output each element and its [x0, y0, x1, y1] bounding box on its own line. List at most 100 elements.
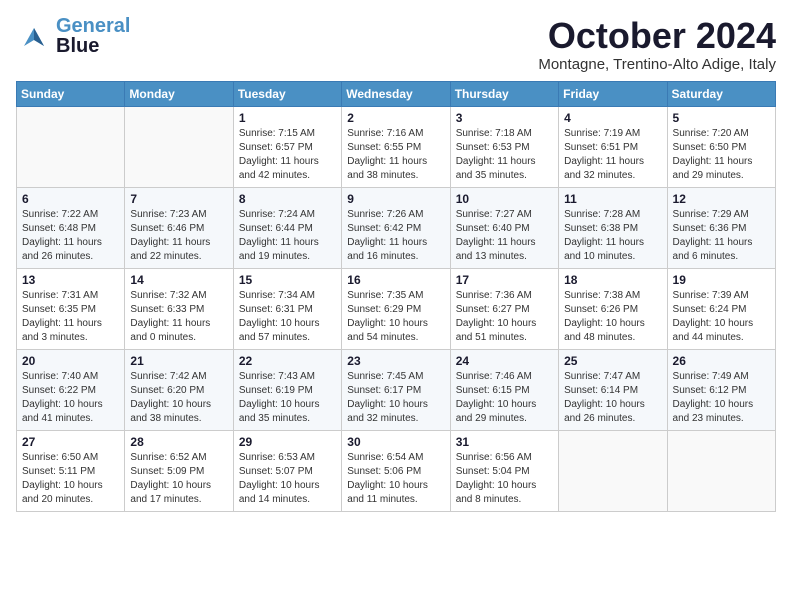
day-info: Sunrise: 7:28 AM Sunset: 6:38 PM Dayligh…: [564, 208, 661, 264]
day-info: Sunrise: 7:19 AM Sunset: 6:51 PM Dayligh…: [564, 127, 661, 183]
weekday-header-thursday: Thursday: [450, 81, 558, 106]
weekday-header-row: SundayMondayTuesdayWednesdayThursdayFrid…: [17, 81, 776, 106]
day-number: 20: [22, 354, 119, 368]
day-number: 25: [564, 354, 661, 368]
day-info: Sunrise: 7:16 AM Sunset: 6:55 PM Dayligh…: [347, 127, 444, 183]
day-number: 16: [347, 273, 444, 287]
day-number: 5: [673, 111, 770, 125]
day-info: Sunrise: 7:22 AM Sunset: 6:48 PM Dayligh…: [22, 208, 119, 264]
day-info: Sunrise: 7:29 AM Sunset: 6:36 PM Dayligh…: [673, 208, 770, 264]
day-info: Sunrise: 7:45 AM Sunset: 6:17 PM Dayligh…: [347, 370, 444, 426]
day-info: Sunrise: 7:39 AM Sunset: 6:24 PM Dayligh…: [673, 289, 770, 345]
calendar-cell: 15Sunrise: 7:34 AM Sunset: 6:31 PM Dayli…: [233, 268, 341, 349]
day-number: 10: [456, 192, 553, 206]
day-info: Sunrise: 7:15 AM Sunset: 6:57 PM Dayligh…: [239, 127, 336, 183]
weekday-header-monday: Monday: [125, 81, 233, 106]
day-number: 9: [347, 192, 444, 206]
calendar-cell: 5 Sunrise: 7:20 AM Sunset: 6:50 PM Daylig…: [667, 106, 775, 187]
calendar-cell: 29 Sunrise: 6:53 AM Sunset: 5:07 PM Dayli…: [233, 430, 341, 511]
weekday-header-sunday: Sunday: [17, 81, 125, 106]
week-row-5: 27Sunrise: 6:50 AM Sunset: 5:11 PM Dayli…: [17, 430, 776, 511]
day-number: 6: [22, 192, 119, 206]
day-number: 28: [130, 435, 227, 449]
calendar-cell: 3Sunrise: 7:18 AM Sunset: 6:53 PM Daylig…: [450, 106, 558, 187]
page-header: GeneralBlue October 2024 Montagne, Trent…: [16, 16, 776, 73]
calendar-cell: 13 Sunrise: 7:31 AM Sunset: 6:35 PM Dayli…: [17, 268, 125, 349]
day-info: Sunrise: 7:47 AM Sunset: 6:14 PM Dayligh…: [564, 370, 661, 426]
day-info: Sunrise: 7:24 AM Sunset: 6:44 PM Dayligh…: [239, 208, 336, 264]
day-number: 19: [673, 273, 770, 287]
day-info: Sunrise: 6:53 AM Sunset: 5:07 PM Dayligh…: [239, 451, 336, 507]
calendar-cell: 1 Sunrise: 7:15 AM Sunset: 6:57 PM Daylig…: [233, 106, 341, 187]
week-row-3: 13 Sunrise: 7:31 AM Sunset: 6:35 PM Dayli…: [17, 268, 776, 349]
calendar-cell: 9 Sunrise: 7:26 AM Sunset: 6:42 PM Daylig…: [342, 187, 450, 268]
day-number: 14: [130, 273, 227, 287]
day-number: 12: [673, 192, 770, 206]
day-number: 4: [564, 111, 661, 125]
day-number: 29: [239, 435, 336, 449]
day-number: 23: [347, 354, 444, 368]
weekday-header-tuesday: Tuesday: [233, 81, 341, 106]
location-title: Montagne, Trentino-Alto Adige, Italy: [538, 56, 776, 73]
week-row-1: 1 Sunrise: 7:15 AM Sunset: 6:57 PM Daylig…: [17, 106, 776, 187]
day-number: 8: [239, 192, 336, 206]
day-number: 26: [673, 354, 770, 368]
calendar-cell: 11 Sunrise: 7:28 AM Sunset: 6:38 PM Dayli…: [559, 187, 667, 268]
day-number: 24: [456, 354, 553, 368]
day-info: Sunrise: 7:20 AM Sunset: 6:50 PM Dayligh…: [673, 127, 770, 183]
calendar-cell: 21Sunrise: 7:42 AM Sunset: 6:20 PM Dayli…: [125, 349, 233, 430]
calendar-cell: 8 Sunrise: 7:24 AM Sunset: 6:44 PM Daylig…: [233, 187, 341, 268]
day-info: Sunrise: 7:32 AM Sunset: 6:33 PM Dayligh…: [130, 289, 227, 345]
day-number: 30: [347, 435, 444, 449]
day-info: Sunrise: 7:34 AM Sunset: 6:31 PM Dayligh…: [239, 289, 336, 345]
weekday-header-saturday: Saturday: [667, 81, 775, 106]
day-number: 13: [22, 273, 119, 287]
day-number: 1: [239, 111, 336, 125]
week-row-4: 20 Sunrise: 7:40 AM Sunset: 6:22 PM Dayli…: [17, 349, 776, 430]
calendar-cell: 2 Sunrise: 7:16 AM Sunset: 6:55 PM Daylig…: [342, 106, 450, 187]
weekday-header-wednesday: Wednesday: [342, 81, 450, 106]
day-number: 31: [456, 435, 553, 449]
calendar-cell: 7Sunrise: 7:23 AM Sunset: 6:46 PM Daylig…: [125, 187, 233, 268]
day-info: Sunrise: 7:46 AM Sunset: 6:15 PM Dayligh…: [456, 370, 553, 426]
calendar-cell: [17, 106, 125, 187]
calendar-cell: 16Sunrise: 7:35 AM Sunset: 6:29 PM Dayli…: [342, 268, 450, 349]
calendar-table: SundayMondayTuesdayWednesdayThursdayFrid…: [16, 81, 776, 512]
general-blue-logo-icon: [16, 18, 52, 54]
calendar-cell: 6 Sunrise: 7:22 AM Sunset: 6:48 PM Daylig…: [17, 187, 125, 268]
day-info: Sunrise: 7:49 AM Sunset: 6:12 PM Dayligh…: [673, 370, 770, 426]
calendar-cell: 12 Sunrise: 7:29 AM Sunset: 6:36 PM Dayli…: [667, 187, 775, 268]
day-number: 18: [564, 273, 661, 287]
calendar-cell: 17 Sunrise: 7:36 AM Sunset: 6:27 PM Dayli…: [450, 268, 558, 349]
day-number: 3: [456, 111, 553, 125]
calendar-cell: 30 Sunrise: 6:54 AM Sunset: 5:06 PM Dayli…: [342, 430, 450, 511]
calendar-cell: [667, 430, 775, 511]
calendar-cell: 4 Sunrise: 7:19 AM Sunset: 6:51 PM Daylig…: [559, 106, 667, 187]
logo-text: GeneralBlue: [56, 16, 130, 56]
day-info: Sunrise: 7:42 AM Sunset: 6:20 PM Dayligh…: [130, 370, 227, 426]
day-info: Sunrise: 7:31 AM Sunset: 6:35 PM Dayligh…: [22, 289, 119, 345]
month-title: October 2024: [538, 16, 776, 56]
calendar-cell: 19 Sunrise: 7:39 AM Sunset: 6:24 PM Dayli…: [667, 268, 775, 349]
calendar-cell: 23 Sunrise: 7:45 AM Sunset: 6:17 PM Dayli…: [342, 349, 450, 430]
day-info: Sunrise: 6:54 AM Sunset: 5:06 PM Dayligh…: [347, 451, 444, 507]
day-info: Sunrise: 6:56 AM Sunset: 5:04 PM Dayligh…: [456, 451, 553, 507]
day-number: 27: [22, 435, 119, 449]
day-info: Sunrise: 7:40 AM Sunset: 6:22 PM Dayligh…: [22, 370, 119, 426]
day-number: 17: [456, 273, 553, 287]
calendar-cell: 18 Sunrise: 7:38 AM Sunset: 6:26 PM Dayli…: [559, 268, 667, 349]
day-info: Sunrise: 7:27 AM Sunset: 6:40 PM Dayligh…: [456, 208, 553, 264]
calendar-cell: 27Sunrise: 6:50 AM Sunset: 5:11 PM Dayli…: [17, 430, 125, 511]
calendar-cell: 25 Sunrise: 7:47 AM Sunset: 6:14 PM Dayli…: [559, 349, 667, 430]
calendar-cell: 31 Sunrise: 6:56 AM Sunset: 5:04 PM Dayli…: [450, 430, 558, 511]
title-block: October 2024 Montagne, Trentino-Alto Adi…: [538, 16, 776, 73]
day-number: 11: [564, 192, 661, 206]
day-number: 2: [347, 111, 444, 125]
day-info: Sunrise: 7:38 AM Sunset: 6:26 PM Dayligh…: [564, 289, 661, 345]
day-info: Sunrise: 7:36 AM Sunset: 6:27 PM Dayligh…: [456, 289, 553, 345]
day-info: Sunrise: 7:26 AM Sunset: 6:42 PM Dayligh…: [347, 208, 444, 264]
calendar-cell: [125, 106, 233, 187]
weekday-header-friday: Friday: [559, 81, 667, 106]
calendar-cell: 22Sunrise: 7:43 AM Sunset: 6:19 PM Dayli…: [233, 349, 341, 430]
calendar-cell: 10 Sunrise: 7:27 AM Sunset: 6:40 PM Dayli…: [450, 187, 558, 268]
